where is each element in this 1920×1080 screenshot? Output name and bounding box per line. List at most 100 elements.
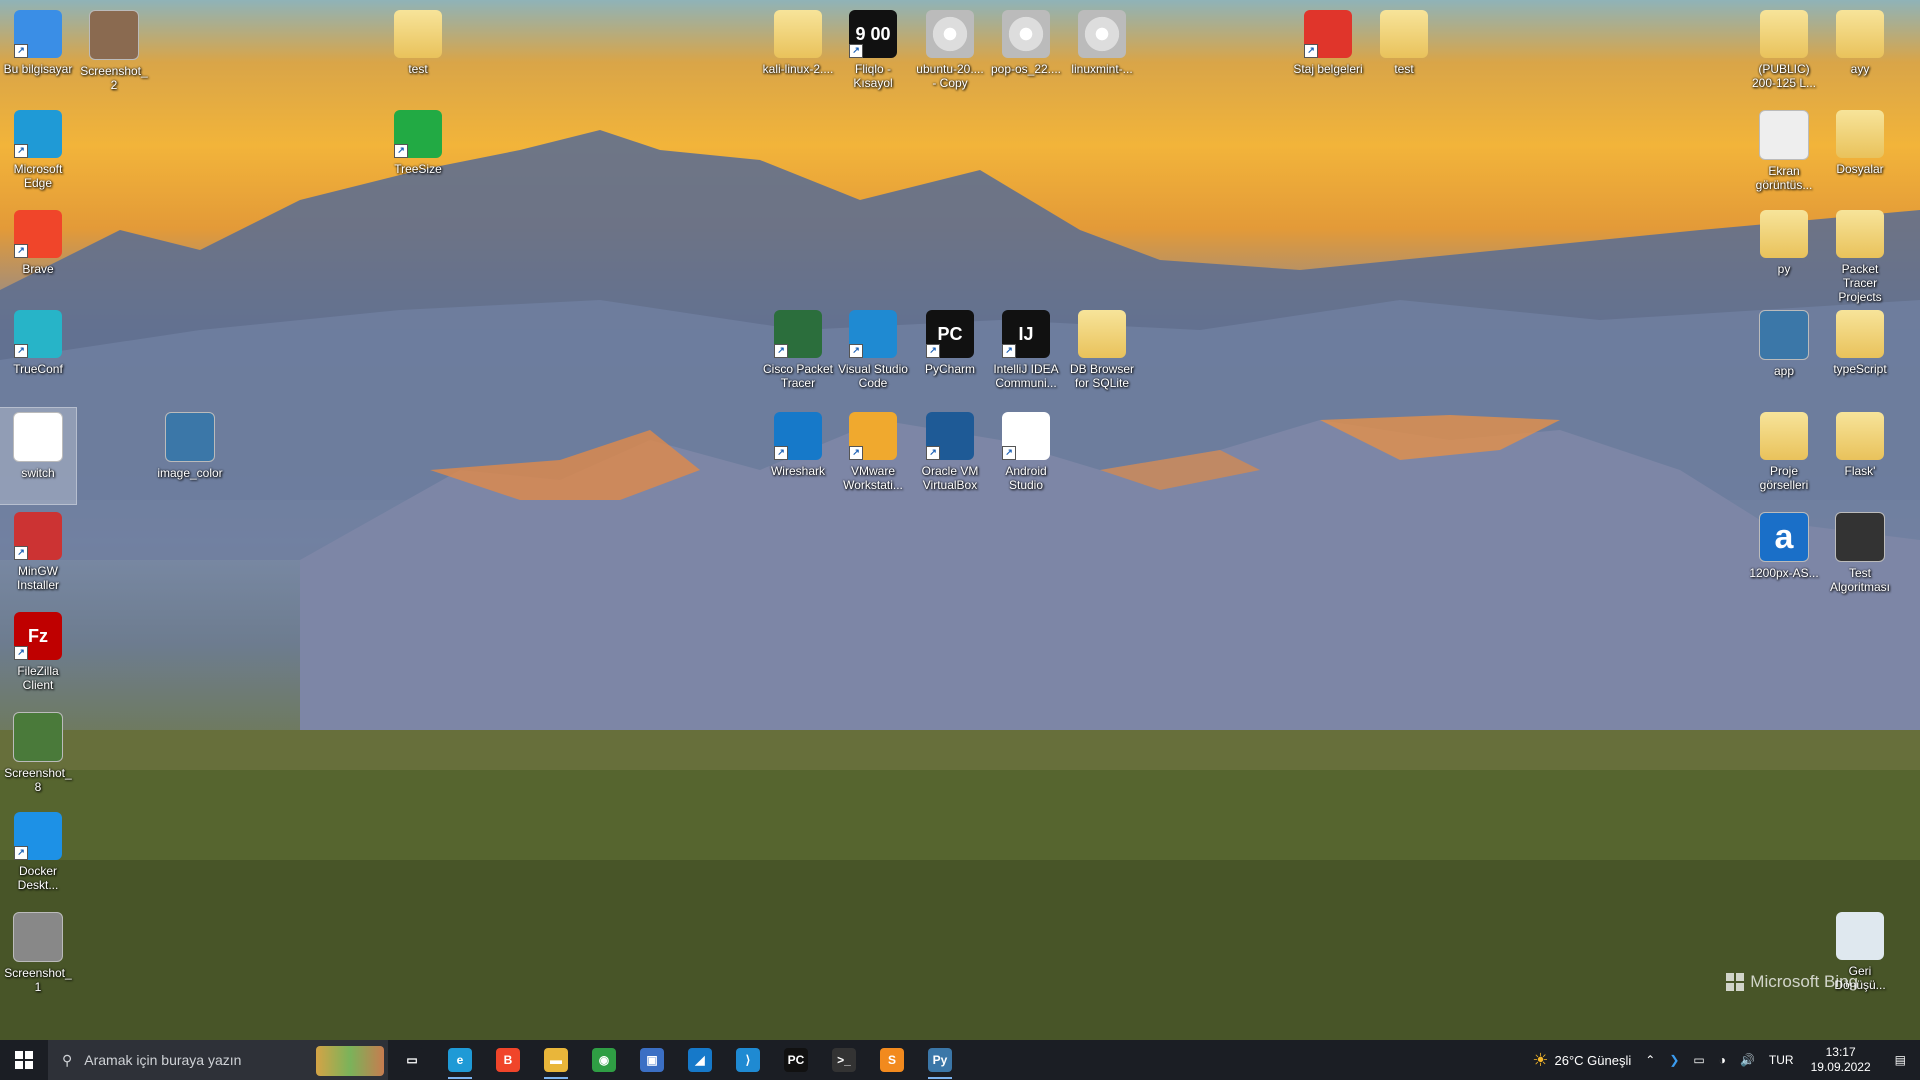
desktop-icon[interactable]: test bbox=[1366, 6, 1442, 102]
taskbar-app-button[interactable]: PC bbox=[772, 1040, 820, 1080]
shortcut-arrow-icon: ↗ bbox=[14, 846, 28, 860]
desktop-icon[interactable]: Screenshot_2 bbox=[76, 6, 152, 102]
folder-icon bbox=[1836, 110, 1884, 158]
desktop-icon-label: py bbox=[1777, 262, 1791, 276]
image-thumbnail-icon: a bbox=[1759, 512, 1809, 562]
desktop-icon[interactable]: IJ ↗ IntelliJ IDEA Communi... bbox=[988, 306, 1064, 402]
desktop-icon[interactable]: ↗ TrueConf bbox=[0, 306, 76, 402]
folder-icon bbox=[1836, 210, 1884, 258]
desktop-icon[interactable]: Packet Tracer Projects bbox=[1822, 206, 1898, 304]
desktop-icon[interactable]: app bbox=[1746, 306, 1822, 402]
desktop-icon-label: Dosyalar bbox=[1836, 162, 1884, 176]
desktop-icon[interactable]: Dosyalar bbox=[1822, 106, 1898, 202]
desktop-icon[interactable]: ↗ MinGW Installer bbox=[0, 508, 76, 604]
installer-icon: ↗ bbox=[14, 512, 62, 560]
desktop-icon[interactable]: ubuntu-20.... - Copy bbox=[912, 6, 988, 102]
edge-icon: ↗ bbox=[14, 110, 62, 158]
desktop-icon[interactable]: ↗ Oracle VM VirtualBox bbox=[912, 408, 988, 504]
taskbar-search-box[interactable]: ⚲ Aramak için buraya yazın bbox=[48, 1040, 388, 1080]
shortcut-arrow-icon: ↗ bbox=[849, 344, 863, 358]
desktop-icon[interactable]: ↗ Cisco Packet Tracer bbox=[760, 306, 836, 402]
desktop-icon[interactable]: Fz ↗ FileZilla Client bbox=[0, 608, 76, 704]
desktop-icon[interactable]: pop-os_22.... bbox=[988, 6, 1064, 102]
desktop-icon[interactable]: switch bbox=[0, 407, 77, 505]
desktop-icon[interactable]: (PUBLIC) 200-125 L... bbox=[1746, 6, 1822, 102]
taskbar-app-button[interactable]: ◉ bbox=[580, 1040, 628, 1080]
show-hidden-icons-button[interactable]: ⌃ bbox=[1638, 1040, 1662, 1080]
battery-icon[interactable]: ▭ bbox=[1686, 1040, 1711, 1080]
desktop-icon-label: 1200px-AS... bbox=[1749, 566, 1819, 580]
intellij-icon: IJ ↗ bbox=[1002, 310, 1050, 358]
desktop-icon-label: linuxmint-... bbox=[1071, 62, 1133, 76]
taskbar-app-button[interactable]: B bbox=[484, 1040, 532, 1080]
desktop-icon[interactable]: DB Browser for SQLite bbox=[1064, 306, 1140, 402]
desktop-icon[interactable]: Flask' bbox=[1822, 408, 1898, 504]
windows-logo-icon bbox=[15, 1051, 33, 1069]
desktop-icon[interactable]: linuxmint-... bbox=[1064, 6, 1140, 102]
desktop-icon[interactable]: ↗ Staj belgeleri bbox=[1290, 6, 1366, 102]
desktop-icon[interactable]: py bbox=[1746, 206, 1822, 302]
desktop-icon[interactable]: ↗ Wireshark bbox=[760, 408, 836, 504]
taskbar-app-button[interactable]: ▣ bbox=[628, 1040, 676, 1080]
desktop-icon[interactable]: ↗ TreeSize bbox=[380, 106, 456, 202]
shortcut-arrow-icon: ↗ bbox=[394, 144, 408, 158]
shortcut-arrow-icon: ↗ bbox=[14, 546, 28, 560]
desktop-icon[interactable]: ayy bbox=[1822, 6, 1898, 102]
desktop-icon[interactable]: a 1200px-AS... bbox=[1746, 508, 1822, 604]
desktop-icon[interactable]: ↗ Brave bbox=[0, 206, 76, 302]
desktop-icon[interactable]: ↗ VMware Workstati... bbox=[835, 408, 911, 504]
desktop-icon[interactable]: kali-linux-2.... bbox=[760, 6, 836, 102]
taskbar-app-button[interactable]: >_ bbox=[820, 1040, 868, 1080]
folder-icon bbox=[1836, 310, 1884, 358]
desktop-icon[interactable]: ↗ Microsoft Edge bbox=[0, 106, 76, 202]
desktop-icon[interactable]: PC ↗ PyCharm bbox=[912, 306, 988, 402]
taskbar: ⚲ Aramak için buraya yazın ▭ e B ▬ ◉ ▣ ◢ ⟩ PC >_ S… bbox=[0, 1040, 1920, 1080]
desktop-icon[interactable]: ↗ Visual Studio Code bbox=[835, 306, 911, 402]
wallpaper-landscape bbox=[0, 130, 1920, 1040]
desktop-icon[interactable]: Screenshot_1 bbox=[0, 908, 76, 1004]
desktop-icon[interactable]: ↗ Bu bilgisayar bbox=[0, 6, 76, 102]
terminal-icon: >_ bbox=[832, 1048, 856, 1072]
clock[interactable]: 13:17 19.09.2022 bbox=[1801, 1040, 1881, 1080]
folder-zip-icon bbox=[394, 10, 442, 58]
taskbar-app-button[interactable]: e bbox=[436, 1040, 484, 1080]
notification-center-button[interactable]: ▤ bbox=[1881, 1040, 1920, 1080]
desktop-icon[interactable]: test bbox=[380, 6, 456, 102]
taskbar-app-button[interactable]: ▬ bbox=[532, 1040, 580, 1080]
desktop-icon[interactable]: ↗ Docker Deskt... bbox=[0, 808, 76, 904]
desktop-icon[interactable]: typeScript bbox=[1822, 306, 1898, 402]
desktop-icon-label: FileZilla Client bbox=[17, 664, 59, 692]
taskbar-app-button[interactable]: ◢ bbox=[676, 1040, 724, 1080]
desktop-icon[interactable]: Test Algoritması bbox=[1822, 508, 1898, 604]
desktop-icon[interactable]: Proje görselleri bbox=[1746, 408, 1822, 504]
desktop-icon[interactable]: Ekran görüntüs... bbox=[1746, 106, 1822, 202]
python-file-icon bbox=[1759, 310, 1809, 360]
taskbar-app-button[interactable]: Py bbox=[916, 1040, 964, 1080]
desktop-icon[interactable]: image_color bbox=[152, 408, 228, 504]
taskbar-app-button[interactable]: ⟩ bbox=[724, 1040, 772, 1080]
volume-icon[interactable]: 🔊 bbox=[1733, 1040, 1762, 1080]
shortcut-arrow-icon: ↗ bbox=[1002, 344, 1016, 358]
wireshark-icon: ◢ bbox=[688, 1048, 712, 1072]
language-indicator[interactable]: TUR bbox=[1762, 1040, 1801, 1080]
chevron-up-icon: ⌃ bbox=[1645, 1053, 1656, 1067]
desktop-icon[interactable]: 9 00 ↗ Fliqlo - Kısayol bbox=[835, 6, 911, 102]
desktop-icon-label: Screenshot_2 bbox=[80, 64, 148, 92]
weather-widget[interactable]: ☀ 26°C Güneşli bbox=[1525, 1040, 1638, 1080]
wifi-icon[interactable]: ◑ bbox=[1712, 1040, 1733, 1080]
recycle-bin-icon bbox=[1836, 912, 1884, 960]
desktop-icon[interactable]: ↗ Android Studio bbox=[988, 408, 1064, 504]
desktop-icon-label: Ekran görüntüs... bbox=[1755, 164, 1813, 192]
folder-icon bbox=[1380, 10, 1428, 58]
folder-icon bbox=[1078, 310, 1126, 358]
desktop-icon-label: Android Studio bbox=[1005, 464, 1047, 492]
power-icon: ↗ bbox=[1304, 10, 1352, 58]
desktop-icon[interactable]: Screenshot_8 bbox=[0, 708, 76, 804]
bing-watermark-label: Microsoft Bing bbox=[1750, 972, 1858, 991]
taskbar-app-button[interactable]: ▭ bbox=[388, 1040, 436, 1080]
desktop-icon-label: VMware Workstati... bbox=[843, 464, 903, 492]
taskbar-app-button[interactable]: S bbox=[868, 1040, 916, 1080]
bluetooth-icon[interactable]: ❯ bbox=[1662, 1040, 1686, 1080]
start-button[interactable] bbox=[0, 1040, 48, 1080]
desktop-icon-label: app bbox=[1773, 364, 1795, 378]
